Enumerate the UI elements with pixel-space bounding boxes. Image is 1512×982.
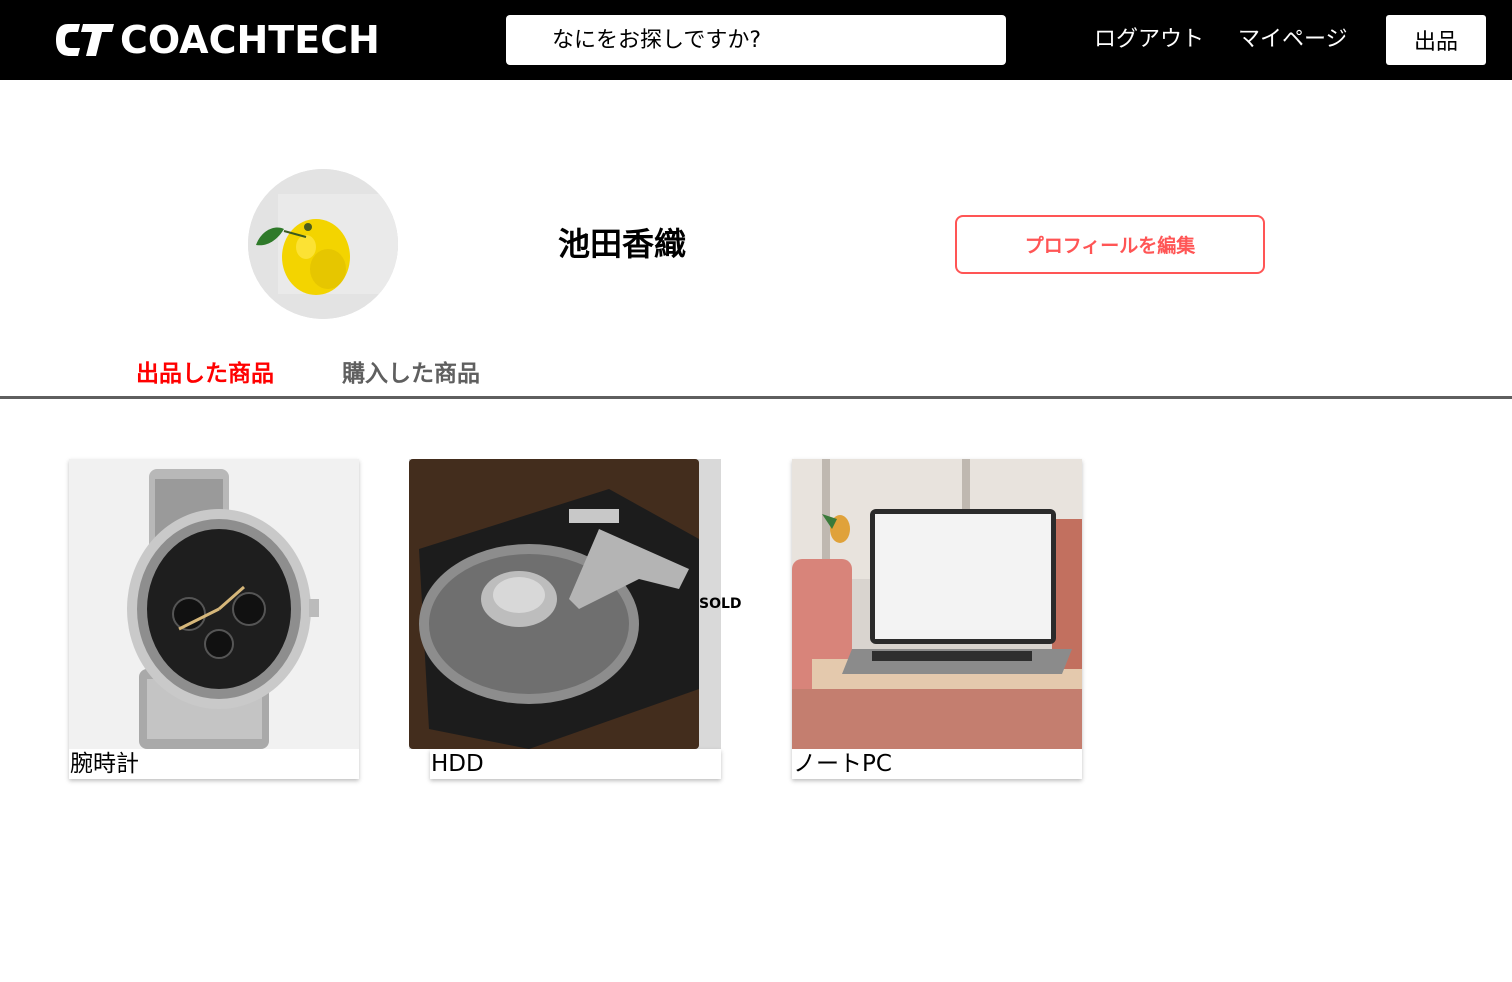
- tab-divider: [0, 396, 1512, 399]
- product-name: ノートPC: [793, 751, 892, 777]
- tab-listed-items[interactable]: 出品した商品: [136, 357, 274, 391]
- sell-button[interactable]: 出品: [1386, 15, 1486, 65]
- sold-label: SOLD: [699, 596, 742, 612]
- tab-purchased-items[interactable]: 購入した商品: [342, 357, 480, 391]
- avatar: [248, 169, 398, 319]
- product-image-laptop: [792, 459, 1082, 749]
- profile-username: 池田香織: [558, 225, 687, 263]
- header-bar: COACHTECH ログアウト マイページ 出品: [0, 0, 1512, 80]
- logout-link[interactable]: ログアウト: [1094, 22, 1204, 58]
- logo-text: COACHTECH: [120, 18, 380, 62]
- product-name: HDD: [431, 751, 484, 777]
- product-card-laptop[interactable]: ノートPC: [792, 459, 1082, 779]
- product-card-watch[interactable]: 腕時計: [69, 459, 359, 779]
- product-image-hdd: [409, 459, 699, 749]
- search-input[interactable]: [506, 15, 1006, 65]
- coachtech-logo[interactable]: COACHTECH: [56, 18, 380, 62]
- product-image-watch: [69, 459, 359, 749]
- product-name: 腕時計: [70, 751, 139, 777]
- edit-profile-button[interactable]: プロフィールを編集: [955, 215, 1265, 274]
- product-card-hdd[interactable]: HDD SOLD: [409, 459, 742, 779]
- mypage-link[interactable]: マイページ: [1238, 22, 1348, 58]
- yuzu-avatar-image: [248, 169, 398, 319]
- logo-mark-icon: [56, 24, 114, 56]
